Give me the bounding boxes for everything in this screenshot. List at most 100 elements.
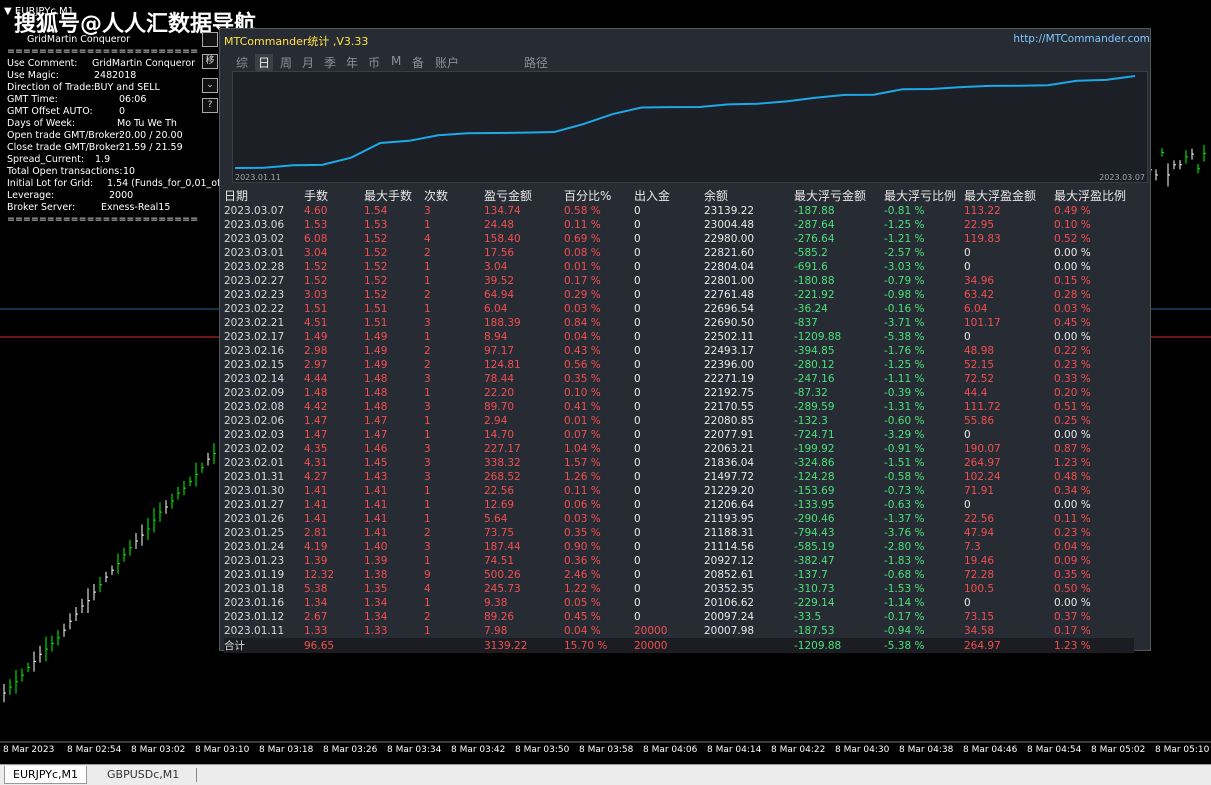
table-cell: 2023.01.30 xyxy=(224,485,285,497)
info-row: GMT Time: 06:06 xyxy=(7,94,198,106)
column-header[interactable]: 最大浮盈金额 xyxy=(964,187,1054,204)
tab-6[interactable]: 币 xyxy=(368,54,380,71)
table-cell: 0 xyxy=(634,541,641,553)
table-cell: 0.00 % xyxy=(1054,499,1091,511)
table-cell: 2023.02.27 xyxy=(224,275,285,287)
table-cell: 0 xyxy=(634,443,641,455)
column-header[interactable]: 次数 xyxy=(424,187,484,204)
table-cell: 0.00 % xyxy=(1054,429,1091,441)
column-header[interactable]: 日期 xyxy=(224,187,304,204)
table-cell: 44.4 xyxy=(964,387,988,399)
tab-5[interactable]: 年 xyxy=(346,54,358,71)
table-cell: 1 xyxy=(424,485,431,497)
panel-toggle-button[interactable] xyxy=(202,32,218,47)
column-header[interactable]: 最大浮盈比例 xyxy=(1054,187,1134,204)
table-cell: 97.17 xyxy=(484,345,515,357)
tab-2[interactable]: 周 xyxy=(280,54,292,71)
table-cell: 0.22 % xyxy=(1054,345,1091,357)
table-cell: 89.26 xyxy=(484,611,515,623)
table-cell: 4.51 xyxy=(304,317,328,329)
table-cell: 1.41 xyxy=(364,485,388,497)
table-cell: 0 xyxy=(634,485,641,497)
collapse-button[interactable]: ⌄ xyxy=(202,78,218,93)
column-header[interactable]: 盈亏金额 xyxy=(484,187,564,204)
table-cell: 1.51 xyxy=(364,317,388,329)
table-cell: 1.39 xyxy=(364,555,388,567)
table-cell: 0.25 % xyxy=(1054,415,1091,427)
tab-4[interactable]: 季 xyxy=(324,54,336,71)
table-cell xyxy=(424,638,484,653)
table-cell: 1.41 xyxy=(304,513,328,525)
table-cell: 1.52 xyxy=(364,275,388,287)
table-cell: 1.23 % xyxy=(1054,457,1091,469)
column-header[interactable]: 百分比% xyxy=(564,187,634,204)
info-label: Open trade GMT/Broker: xyxy=(7,130,123,141)
table-row: 2023.03.01 3.04 1.52 2 17.56 0.08 % 0 22821.60 -… xyxy=(224,246,1134,260)
table-cell: 1.48 xyxy=(364,373,388,385)
table-cell: 0.33 % xyxy=(1054,373,1091,385)
table-cell: 0 xyxy=(964,499,971,511)
table-cell: 0.41 % xyxy=(564,401,601,413)
table-cell: 1.57 % xyxy=(564,457,601,469)
help-button[interactable]: ? xyxy=(202,98,218,113)
table-cell: 2023.01.24 xyxy=(224,541,285,553)
table-cell: 2023.02.02 xyxy=(224,443,285,455)
info-label: GMT Time: xyxy=(7,94,58,105)
table-cell: 1.34 xyxy=(364,597,388,609)
table-cell: 22696.54 xyxy=(704,303,755,315)
table-cell: -221.92 xyxy=(794,289,835,301)
tab-7[interactable]: M xyxy=(391,54,401,68)
table-cell: -0.16 % xyxy=(884,303,925,315)
table-cell: -137.7 xyxy=(794,569,828,581)
table-cell: 22980.00 xyxy=(704,233,755,245)
info-label: Direction of Trade: xyxy=(7,82,95,93)
column-header[interactable]: 最大浮亏比例 xyxy=(884,187,964,204)
column-header[interactable]: 余额 xyxy=(704,187,794,204)
column-header[interactable]: 最大浮亏金额 xyxy=(794,187,884,204)
table-cell: 124.81 xyxy=(484,359,521,371)
time-label: 8 Mar 05:02 xyxy=(1091,745,1146,755)
website-link[interactable]: http://MTCommander.com xyxy=(1013,33,1150,45)
chart-tab-bar: EURJPYc,M1 GBPUSDc,M1 xyxy=(0,764,1211,785)
time-axis: 8 Mar 2023 8 Mar 02:54 8 Mar 03:02 8 Mar 03… xyxy=(0,742,1211,764)
column-header[interactable]: 手数 xyxy=(304,187,364,204)
table-cell: 1.47 xyxy=(304,429,328,441)
column-header[interactable]: 最大手数 xyxy=(364,187,424,204)
tab-0[interactable]: 综 xyxy=(236,54,248,71)
table-cell: -1.83 % xyxy=(884,555,925,567)
table-cell: 4 xyxy=(424,583,431,595)
time-label: 8 Mar 2023 xyxy=(3,745,55,755)
column-header[interactable]: 出入金 xyxy=(634,187,704,204)
equity-curve-svg: 2023.01.11 2023.03.07 xyxy=(234,75,1145,182)
tab-eurjpyc-m1[interactable]: EURJPYc,M1 xyxy=(4,766,88,784)
table-cell: 2023.01.25 xyxy=(224,527,285,539)
table-cell: 2 xyxy=(424,345,431,357)
table-cell: -0.17 % xyxy=(884,611,925,623)
tab-8[interactable]: 备 xyxy=(412,54,424,71)
tab-9[interactable]: 账户 xyxy=(435,54,459,71)
table-cell: 22077.91 xyxy=(704,429,755,441)
tab-10[interactable]: 路径 xyxy=(524,54,548,71)
table-cell: 22493.17 xyxy=(704,345,755,357)
table-cell: 48.98 xyxy=(964,345,995,357)
table-cell: 2 xyxy=(424,289,431,301)
table-cell: 12.32 xyxy=(304,569,335,581)
table-row: 2023.02.16 2.98 1.49 2 97.17 0.43 % 0 22493.17 -… xyxy=(224,344,1134,358)
table-cell: -3.03 % xyxy=(884,261,925,273)
tab-3[interactable]: 月 xyxy=(302,54,314,71)
tab-gbpusdc-m1[interactable]: GBPUSDc,M1 xyxy=(99,766,187,783)
tab-1[interactable]: 日 xyxy=(255,54,274,71)
table-cell: 0.23 % xyxy=(1054,527,1091,539)
table-cell: 96.65 xyxy=(304,638,364,653)
table-cell: 1.23 % xyxy=(1054,638,1134,653)
info-value: 20.00 / 20.00 xyxy=(119,130,183,141)
table-cell: 1.49 xyxy=(364,331,388,343)
table-cell: 2023.03.06 xyxy=(224,219,285,231)
info-row: GMT Offset AUTO: 0 xyxy=(7,106,198,118)
total-row: 合计 96.65 3139.22 15.70 % 20000 -1209.88 -5.38 … xyxy=(224,638,1134,653)
table-cell: 0 xyxy=(634,303,641,315)
table-cell: 2.97 xyxy=(304,359,328,371)
info-row: Spread_Current: 1.9 xyxy=(7,154,198,166)
table-cell: 2 xyxy=(424,359,431,371)
move-button[interactable]: 移 xyxy=(202,54,218,69)
